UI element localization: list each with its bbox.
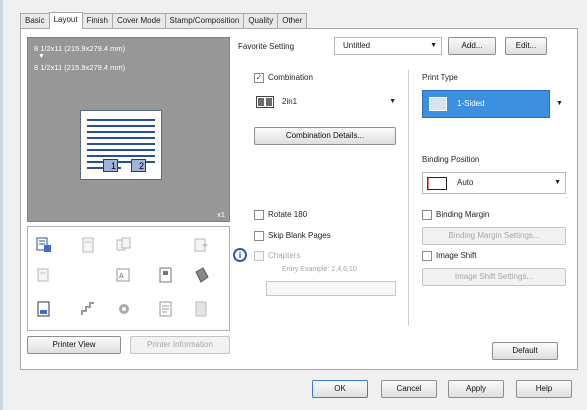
- chevron-down-icon[interactable]: ▼: [556, 100, 563, 107]
- binding-margin-checkbox[interactable]: [422, 210, 432, 220]
- staircase-icon[interactable]: [80, 301, 96, 317]
- binding-auto-icon: [427, 177, 447, 190]
- text-line: [87, 143, 155, 145]
- print-type-select[interactable]: 1-Sided: [422, 90, 550, 118]
- chevron-down-icon: ▼: [430, 42, 437, 49]
- one-sided-icon: [429, 97, 447, 111]
- rotate-180-checkbox[interactable]: [254, 210, 264, 220]
- skip-blank-pages-checkbox[interactable]: [254, 231, 264, 241]
- tab-basic[interactable]: Basic: [20, 13, 50, 28]
- chevron-down-icon: ▼: [389, 98, 396, 105]
- favorite-setting-value: Untitled: [343, 41, 371, 50]
- chapters-input[interactable]: [266, 281, 396, 296]
- edit-favorite-button[interactable]: Edit...: [505, 37, 547, 55]
- combination-select[interactable]: 2in1 ▼: [254, 94, 400, 112]
- text-line: [87, 125, 155, 127]
- tab-cover-mode[interactable]: Cover Mode: [111, 13, 166, 28]
- arrow-down-icon: ▼: [38, 53, 45, 60]
- poster-icon[interactable]: A: [116, 267, 132, 283]
- binding-position-value: Auto: [457, 178, 474, 187]
- info-icon[interactable]: i: [233, 248, 247, 262]
- binding-margin-label: Binding Margin: [436, 210, 490, 219]
- tab-quality[interactable]: Quality: [243, 13, 279, 28]
- favorite-setting-select[interactable]: Untitled ▼: [334, 37, 442, 55]
- n-up-icon[interactable]: [158, 267, 174, 283]
- tab-bar: Basic Layout Finish Cover Mode Stamp/Com…: [20, 12, 308, 29]
- copies-count: x1: [217, 210, 225, 219]
- combination-value: 2in1: [282, 97, 298, 106]
- tab-other[interactable]: Other: [277, 13, 308, 28]
- tab-stamp-composition[interactable]: Stamp/Composition: [164, 13, 245, 28]
- multi-page-icon[interactable]: [116, 237, 132, 253]
- image-shift-settings-button[interactable]: Image Shift Settings...: [422, 268, 566, 286]
- print-preview: 8 1/2x11 (215.9x279.4 mm) ▼ 8 1/2x11 (21…: [27, 37, 230, 222]
- apply-button[interactable]: Apply: [448, 380, 504, 398]
- print-type-value: 1-Sided: [457, 99, 485, 108]
- chapters-hint: Entry Example: 2,4,6,10: [282, 266, 357, 273]
- grey-page-icon[interactable]: [193, 301, 209, 317]
- text-line: [87, 137, 155, 139]
- binding-margin-settings-button[interactable]: Binding Margin Settings...: [422, 227, 566, 245]
- svg-text:A: A: [119, 273, 124, 280]
- function-icon-grid: A: [27, 226, 230, 331]
- add-favorite-button[interactable]: Add...: [448, 37, 496, 55]
- tab-finish[interactable]: Finish: [81, 13, 113, 28]
- document-lines-icon[interactable]: [158, 301, 174, 317]
- original-size-text: 8 1/2x11 (215.9x279.4 mm): [34, 44, 126, 53]
- print-type-label: Print Type: [422, 73, 458, 82]
- text-line: [87, 131, 155, 133]
- chevron-down-icon: ▼: [554, 179, 561, 186]
- page-number-2: 2: [131, 159, 146, 172]
- chapters-checkbox[interactable]: [254, 251, 264, 261]
- image-shift-checkbox[interactable]: [422, 251, 432, 261]
- left-edge: [0, 0, 3, 410]
- tilt-page-icon[interactable]: [193, 267, 209, 283]
- text-line: [87, 119, 155, 121]
- favorite-setting-label: Favorite Setting: [238, 42, 295, 51]
- help-button[interactable]: Help: [516, 380, 572, 398]
- skip-blank-pages-label: Skip Blank Pages: [268, 231, 331, 240]
- output-size-text: 8 1/2x11 (215.9x279.4 mm): [34, 63, 126, 72]
- combination-checkbox[interactable]: ✓: [254, 73, 264, 83]
- tab-layout[interactable]: Layout: [48, 12, 83, 29]
- ok-button[interactable]: OK: [312, 380, 368, 398]
- printer-view-button[interactable]: Printer View: [27, 336, 121, 354]
- default-button[interactable]: Default: [492, 342, 558, 360]
- page-icon[interactable]: [80, 237, 96, 253]
- gear-icon[interactable]: [116, 301, 132, 317]
- image-shift-label: Image Shift: [436, 251, 477, 260]
- binding-position-label: Binding Position: [422, 155, 480, 164]
- combination-details-button[interactable]: Combination Details...: [254, 127, 396, 145]
- rotate-180-label: Rotate 180: [268, 210, 308, 219]
- combination-label: Combination: [268, 73, 313, 82]
- stapled-page-icon[interactable]: [36, 301, 52, 317]
- booklet-icon[interactable]: [36, 267, 52, 283]
- printer-information-button[interactable]: Printer Information: [130, 336, 230, 354]
- chapters-label: Chapters: [268, 251, 301, 260]
- preview-page: 1 2: [80, 110, 162, 180]
- text-line: [87, 155, 155, 157]
- cancel-button[interactable]: Cancel: [381, 380, 437, 398]
- text-line: [87, 149, 155, 151]
- column-divider: [408, 70, 409, 326]
- print-document-icon[interactable]: [36, 237, 52, 253]
- binding-position-select[interactable]: Auto ▼: [422, 172, 566, 194]
- page-number-1: 1: [103, 159, 118, 172]
- rotate-page-icon[interactable]: [193, 237, 209, 253]
- n-up-2-icon: [256, 96, 274, 108]
